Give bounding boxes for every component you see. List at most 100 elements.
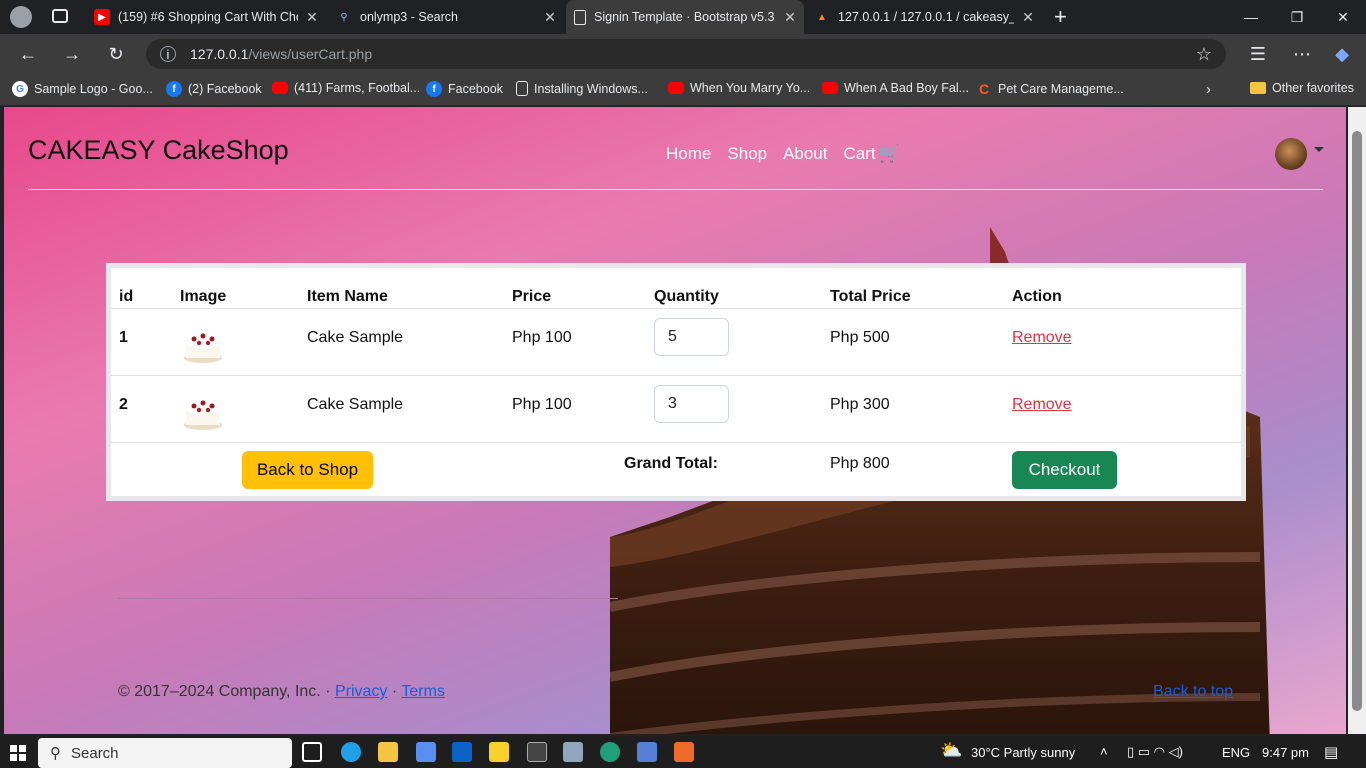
browser-icon[interactable]	[600, 742, 620, 762]
chevron-up-icon[interactable]: ˄	[1100, 744, 1108, 759]
task-view-icon[interactable]	[302, 742, 322, 762]
minimize-icon[interactable]: —	[1228, 0, 1274, 34]
close-icon[interactable]: ✕	[306, 9, 318, 26]
bookmark-item[interactable]: C Pet Care Manageme...	[976, 81, 1124, 97]
new-tab-icon[interactable]: +	[1054, 4, 1067, 30]
tab-actions-icon[interactable]	[52, 9, 68, 23]
footer-text: © 2017–2024 Company, Inc. · Privacy · Te…	[118, 683, 445, 701]
tab-search[interactable]: ⚲ onlymp3 - Search ✕	[328, 4, 564, 30]
nav-cart-label: Cart	[843, 144, 876, 163]
other-favorites[interactable]: Other favorites	[1250, 81, 1354, 95]
nav-about[interactable]: About	[783, 144, 827, 164]
item-id: 2	[119, 396, 128, 413]
nav-home[interactable]: Home	[666, 144, 711, 164]
close-icon[interactable]: ✕	[1022, 9, 1034, 26]
page-icon	[516, 81, 528, 96]
quantity-input[interactable]: 5	[654, 318, 729, 356]
quantity-input[interactable]: 3	[654, 385, 729, 423]
app-icon[interactable]	[637, 742, 657, 762]
item-price: Php 100	[512, 329, 572, 346]
back-to-shop-button[interactable]: Back to Shop	[242, 451, 373, 489]
nav-cart[interactable]: Cart 🛒	[844, 144, 900, 164]
tab-title: 127.0.0.1 / 127.0.0.1 / cakeasy_db	[838, 10, 1014, 24]
item-id: 1	[119, 329, 128, 346]
weather-text[interactable]: 30°C Partly sunny	[971, 745, 1075, 760]
language-indicator[interactable]: ENG	[1222, 745, 1250, 760]
tab-title: Signin Template · Bootstrap v5.3	[594, 10, 775, 24]
bookmark-item[interactable]: When A Bad Boy Fal...	[822, 81, 969, 95]
chevron-right-icon[interactable]: ›	[1206, 81, 1211, 98]
bookmark-item[interactable]: f Facebook	[426, 81, 503, 97]
youtube-icon: ▶	[94, 9, 110, 25]
profile-icon[interactable]	[10, 6, 32, 28]
facebook-icon: f	[166, 81, 182, 97]
xampp-icon[interactable]	[674, 742, 694, 762]
store-icon[interactable]	[416, 742, 436, 762]
tab-phpmyadmin[interactable]: ▲ 127.0.0.1 / 127.0.0.1 / cakeasy_db ✕	[806, 4, 1042, 30]
terms-link[interactable]: Terms	[401, 683, 445, 700]
web-page: CAKEASY CakeShop Home Shop About Cart 🛒 i…	[4, 107, 1346, 734]
file-explorer-icon[interactable]	[378, 742, 398, 762]
sticky-notes-icon[interactable]	[489, 742, 509, 762]
item-total: Php 300	[830, 396, 890, 413]
notification-icon[interactable]: ▤	[1324, 743, 1338, 761]
cart-panel: id Image Item Name Price Quantity Total …	[106, 263, 1246, 501]
cake-thumbnail	[184, 333, 222, 363]
tab-title: onlymp3 - Search	[360, 10, 458, 24]
bookmark-label: (411) Farms, Footbal...	[294, 81, 421, 95]
bookmark-item[interactable]: (411) Farms, Footbal...	[272, 81, 420, 95]
favorite-star-icon[interactable]: ☆	[1190, 40, 1218, 68]
copilot-icon[interactable]: ◆	[1328, 40, 1356, 68]
search-icon: ⚲	[340, 11, 348, 23]
item-price: Php 100	[512, 396, 572, 413]
back-icon[interactable]: ←	[14, 40, 42, 68]
edge-icon[interactable]	[341, 742, 361, 762]
cake-thumbnail	[184, 400, 222, 430]
brand-title[interactable]: CAKEASY CakeShop	[28, 135, 289, 166]
tab-youtube[interactable]: ▶ (159) #6 Shopping Cart With Che ✕	[86, 4, 326, 30]
bookmark-item[interactable]: f (2) Facebook	[166, 81, 262, 97]
remove-link[interactable]: Remove	[1012, 396, 1072, 414]
privacy-link[interactable]: Privacy	[335, 683, 387, 700]
nav-shop[interactable]: Shop	[727, 144, 767, 164]
footer-separator: ·	[387, 683, 402, 700]
checkout-button[interactable]: Checkout	[1012, 451, 1117, 489]
avatar[interactable]	[1275, 138, 1307, 170]
info-icon[interactable]: i	[160, 46, 176, 62]
page-icon	[574, 9, 586, 25]
clock[interactable]: 9:47 pm	[1262, 745, 1309, 760]
taskbar-search[interactable]: ⚲ Search	[38, 738, 292, 768]
scrollbar[interactable]	[1348, 107, 1366, 734]
url-host: 127.0.0.1	[190, 46, 249, 62]
bookmark-label: Other favorites	[1272, 81, 1354, 95]
url-bar[interactable]: i 127.0.0.1/views/userCart.php	[146, 39, 1226, 69]
windows-start-icon[interactable]	[10, 745, 26, 761]
pet-care-icon: C	[978, 81, 990, 97]
back-to-top-link[interactable]: Back to top	[1153, 683, 1233, 701]
terminal-icon[interactable]	[527, 742, 547, 762]
bookmark-item[interactable]: Installing Windows...	[516, 81, 648, 96]
tab-signin[interactable]: Signin Template · Bootstrap v5.3 ✕	[566, 0, 804, 34]
outlook-icon[interactable]	[452, 742, 472, 762]
header-divider	[28, 189, 1323, 190]
favorites-icon[interactable]: ☰	[1244, 40, 1272, 68]
close-icon[interactable]: ✕	[784, 9, 796, 26]
copyright: © 2017–2024 Company, Inc. ·	[118, 683, 335, 700]
remove-link[interactable]: Remove	[1012, 329, 1072, 347]
phpmyadmin-icon: ▲	[817, 11, 827, 23]
restore-icon[interactable]: ❐	[1274, 0, 1320, 34]
bookmark-item[interactable]: When You Marry Yo...	[668, 81, 810, 95]
forward-icon[interactable]: →	[58, 40, 86, 68]
bookmark-item[interactable]: G Sample Logo - Goo...	[12, 81, 153, 97]
tray-icons[interactable]: ▯ ▭ ◠ ◁)	[1127, 744, 1183, 760]
close-window-icon[interactable]: ✕	[1320, 0, 1366, 34]
chevron-down-icon[interactable]	[1314, 147, 1324, 152]
item-name: Cake Sample	[307, 396, 404, 413]
item-total: Php 500	[830, 329, 890, 346]
close-icon[interactable]: ✕	[544, 9, 556, 26]
app-icon[interactable]	[563, 742, 583, 762]
menu-icon[interactable]: ⋯	[1288, 40, 1316, 68]
weather-icon[interactable]: ⛅	[940, 740, 962, 761]
scrollbar-thumb[interactable]	[1352, 131, 1362, 711]
refresh-icon[interactable]: ↻	[102, 40, 130, 68]
